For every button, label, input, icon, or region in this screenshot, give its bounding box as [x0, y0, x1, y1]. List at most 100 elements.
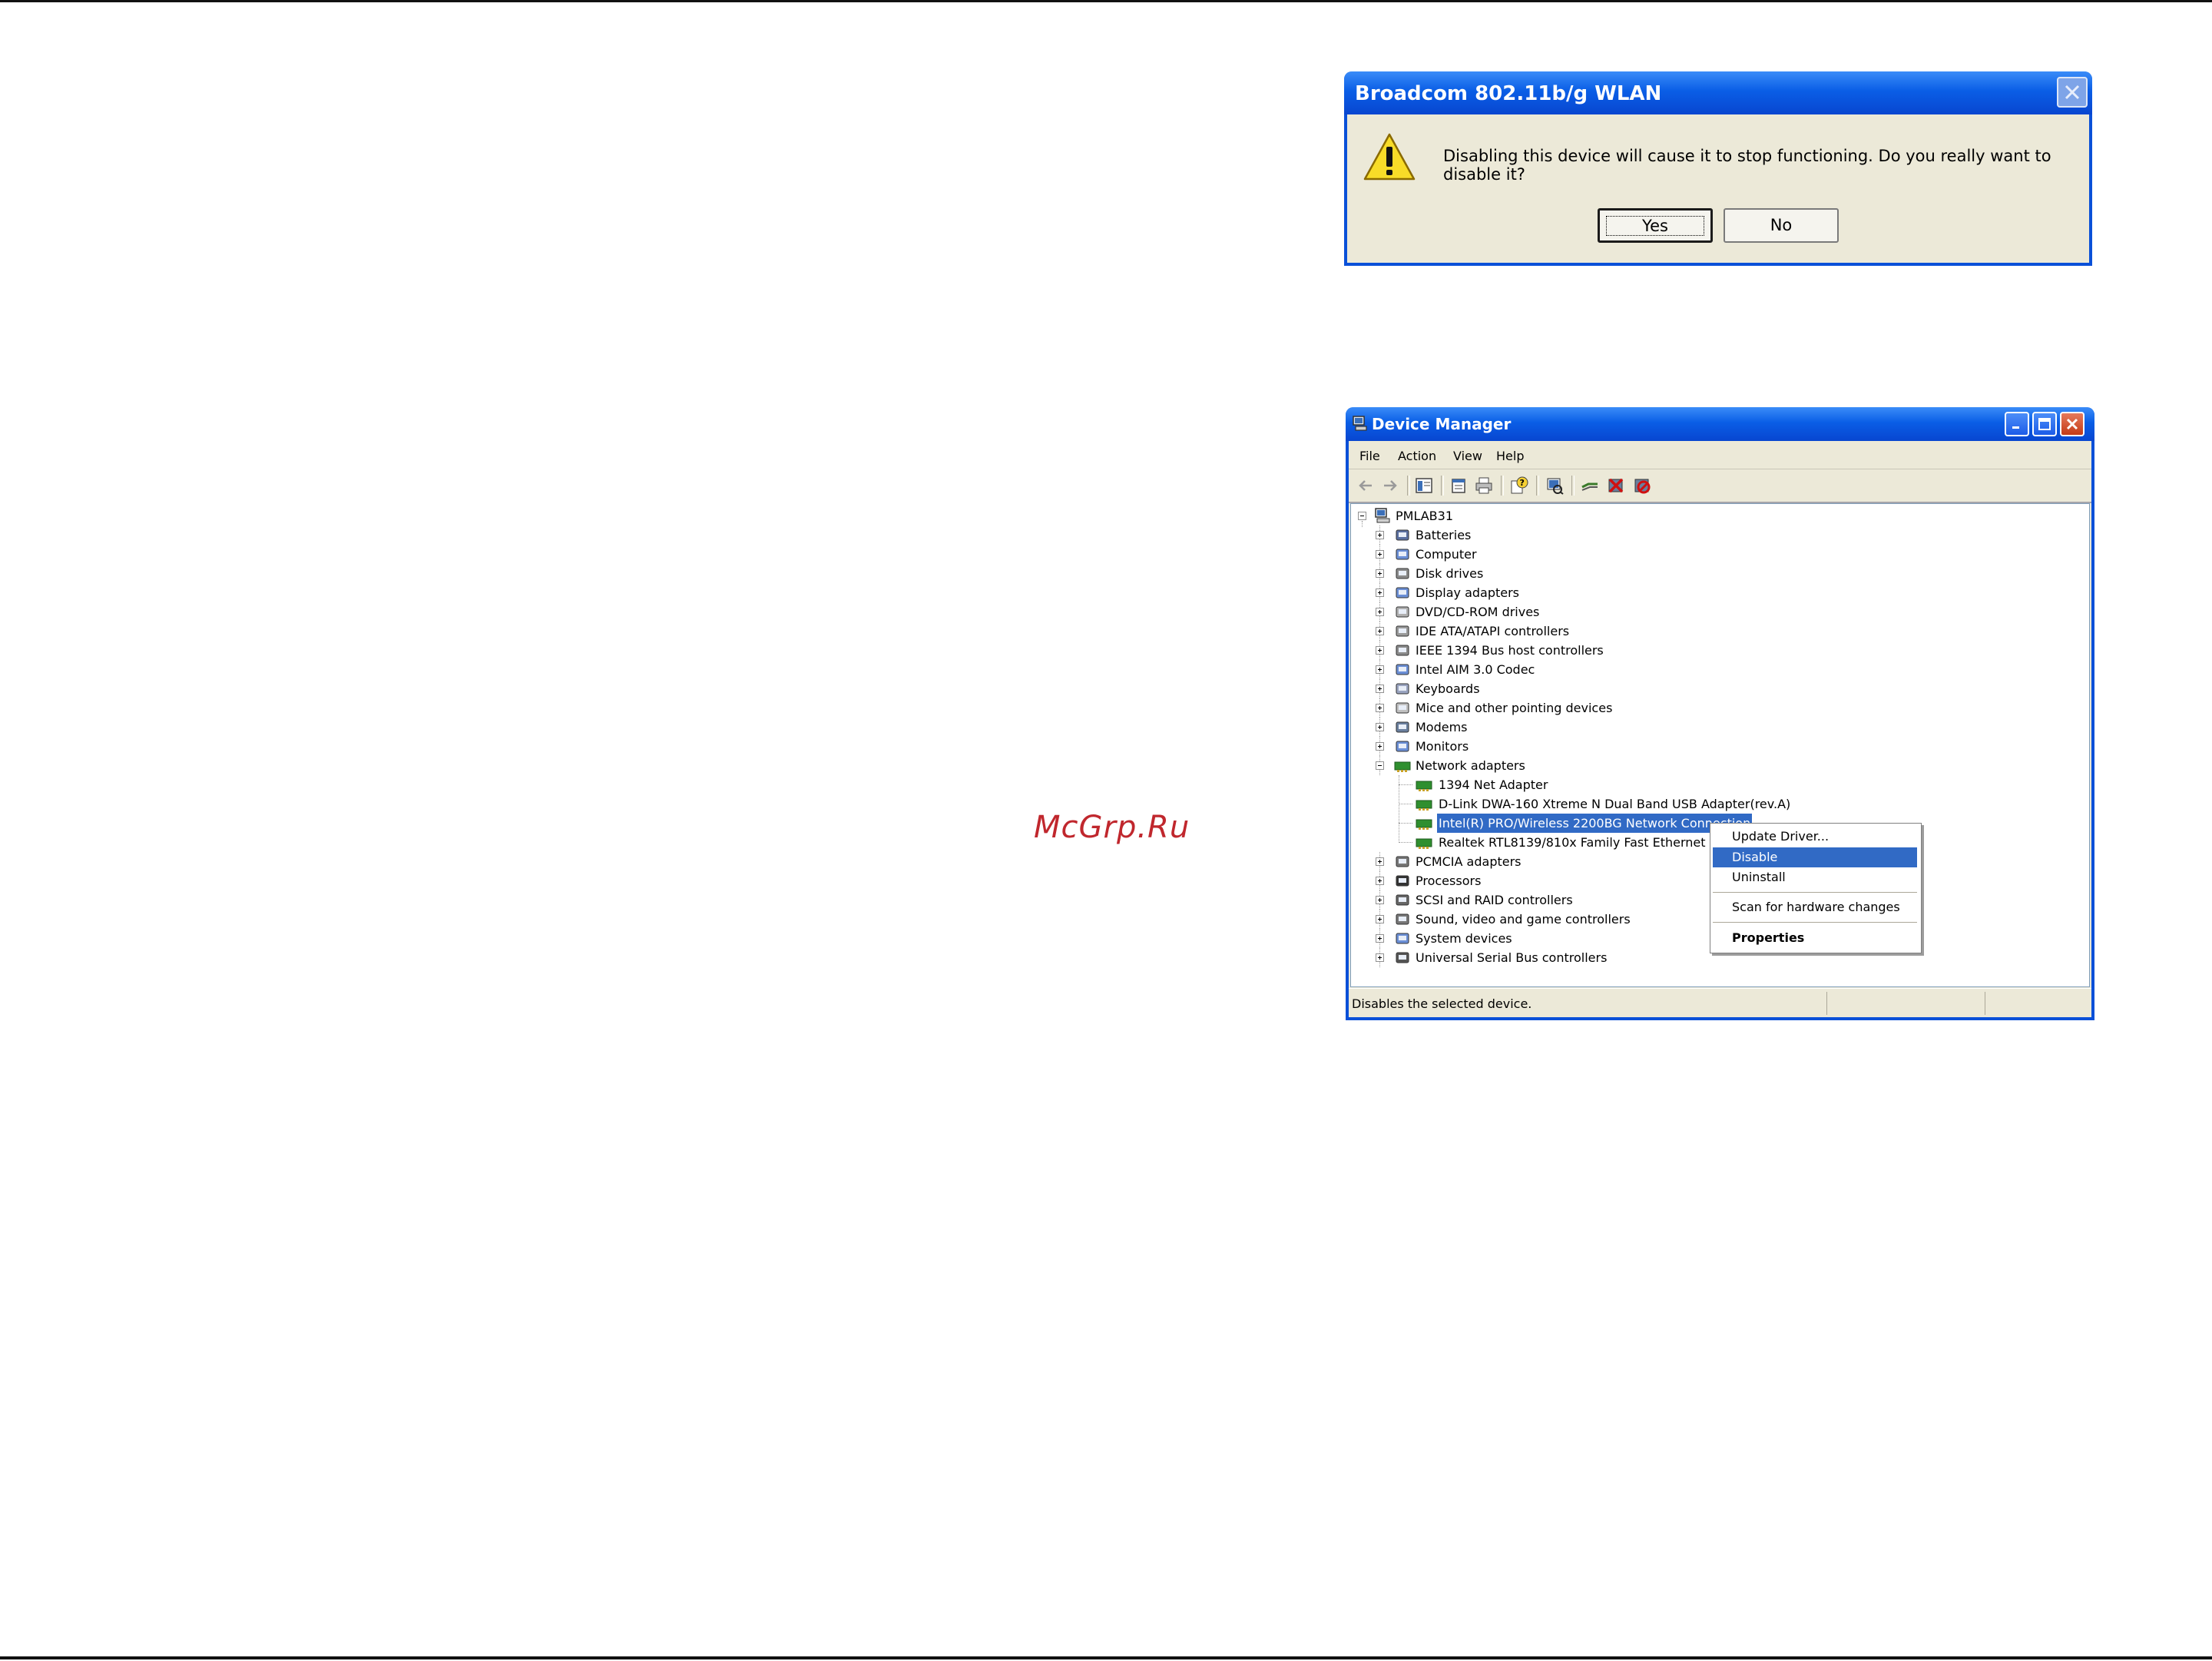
scan-hardware-icon[interactable] [1545, 476, 1564, 495]
tree-item-d-link-dwa-160-xtreme-n-dual-band-usb-adapter-rev-a[interactable]: D-Link DWA-160 Xtreme N Dual Band USB Ad… [1437, 794, 1792, 814]
tree-item-disk-drives[interactable]: Disk drives [1416, 564, 1483, 583]
collapse-toggle[interactable] [1376, 761, 1384, 770]
tree-item-modems[interactable]: Modems [1416, 718, 1468, 737]
context-disable[interactable]: Disable [1713, 847, 1917, 867]
toolbar-separator [1536, 476, 1539, 496]
tree-item-universal-serial-bus-controllers[interactable]: Universal Serial Bus controllers [1416, 948, 1607, 967]
expand-toggle[interactable] [1376, 531, 1384, 539]
menu-action[interactable]: Action [1398, 449, 1436, 463]
help-icon[interactable]: ? [1510, 476, 1528, 495]
no-button[interactable]: No [1724, 208, 1839, 243]
tree-item-mice-and-other-pointing-devices[interactable]: Mice and other pointing devices [1416, 698, 1612, 718]
tree-item-network-adapters[interactable]: Network adapters [1416, 756, 1525, 775]
expand-toggle[interactable] [1376, 569, 1384, 578]
expand-toggle[interactable] [1376, 723, 1384, 731]
intel-aim-3-0-codec-icon [1396, 664, 1409, 675]
dialog-close-button[interactable] [2057, 77, 2088, 108]
tree-item-system-devices[interactable]: System devices [1416, 929, 1512, 948]
tree-item-processors[interactable]: Processors [1416, 871, 1481, 890]
universal-serial-bus-controllers-icon [1396, 952, 1409, 963]
expand-toggle[interactable] [1376, 608, 1384, 616]
toolbar-separator [1571, 476, 1575, 496]
show-hide-console-tree-icon[interactable] [1415, 476, 1433, 495]
forward-arrow-icon[interactable] [1381, 476, 1399, 495]
print-icon[interactable] [1475, 476, 1493, 495]
computer-icon [1353, 416, 1367, 431]
tree-line [1399, 784, 1412, 785]
collapse-toggle[interactable] [1358, 512, 1366, 520]
expand-toggle[interactable] [1376, 742, 1384, 751]
tree-item-realtek-rtl8139-810x-family-fast-ethernet-nic[interactable]: Realtek RTL8139/810x Family Fast Etherne… [1437, 833, 1732, 852]
status-bar: Disables the selected device. [1349, 988, 2091, 1018]
close-button[interactable] [2060, 412, 2085, 436]
network-adapter-icon [1416, 819, 1432, 830]
expand-toggle[interactable] [1376, 915, 1384, 923]
mice-and-other-pointing-devices-icon [1396, 702, 1409, 714]
expand-toggle[interactable] [1376, 704, 1384, 712]
expand-toggle[interactable] [1376, 646, 1384, 655]
expand-toggle[interactable] [1376, 896, 1384, 904]
network-adapter-icon [1416, 838, 1432, 849]
tree-item-intel-aim-3-0-codec[interactable]: Intel AIM 3.0 Codec [1416, 660, 1535, 679]
computer-icon [1396, 549, 1409, 560]
disk-drives-icon [1396, 568, 1409, 579]
tree-item-scsi-and-raid-controllers[interactable]: SCSI and RAID controllers [1416, 890, 1573, 910]
tree-item-computer[interactable]: Computer [1416, 545, 1477, 564]
tree-root[interactable]: PMLAB31 [1396, 506, 1453, 525]
maximize-button[interactable] [2032, 412, 2057, 436]
context-uninstall[interactable]: Uninstall [1713, 867, 1917, 887]
tree-item-monitors[interactable]: Monitors [1416, 737, 1469, 756]
properties-icon[interactable] [1450, 476, 1469, 495]
tree-item-sound-video-and-game-controllers[interactable]: Sound, video and game controllers [1416, 910, 1631, 929]
system-devices-icon [1396, 933, 1409, 944]
expand-toggle[interactable] [1376, 588, 1384, 597]
minimize-button[interactable] [2005, 412, 2029, 436]
tree-item-keyboards[interactable]: Keyboards [1416, 679, 1480, 698]
uninstall-device-icon[interactable] [1633, 476, 1651, 495]
ide-ata-atapi-controllers-icon [1396, 625, 1409, 637]
dialog-title: Broadcom 802.11b/g WLAN [1355, 82, 1662, 105]
close-icon [2066, 418, 2078, 430]
expand-toggle[interactable] [1376, 857, 1384, 866]
expand-toggle[interactable] [1376, 953, 1384, 962]
display-adapters-icon [1396, 587, 1409, 598]
window-title-bar: Device Manager [1346, 407, 2094, 441]
svg-text:?: ? [1520, 478, 1525, 488]
window-title: Device Manager [1372, 415, 1512, 433]
expand-toggle[interactable] [1376, 685, 1384, 693]
tree-item-pcmcia-adapters[interactable]: PCMCIA adapters [1416, 852, 1522, 871]
expand-toggle[interactable] [1376, 550, 1384, 559]
tree-item-intel-r-pro-wireless-2200bg-network-connection[interactable]: Intel(R) PRO/Wireless 2200BG Network Con… [1437, 814, 1753, 833]
expand-toggle[interactable] [1376, 934, 1384, 943]
processors-icon [1396, 875, 1409, 887]
tree-item-ide-ata-atapi-controllers[interactable]: IDE ATA/ATAPI controllers [1416, 622, 1569, 641]
expand-toggle[interactable] [1376, 665, 1384, 674]
context-scan-hardware[interactable]: Scan for hardware changes [1713, 897, 1917, 917]
disable-device-icon[interactable] [1607, 476, 1625, 495]
tree-line [1399, 823, 1412, 824]
network-adapter-icon [1416, 781, 1432, 791]
expand-toggle[interactable] [1376, 877, 1384, 885]
yes-button[interactable]: Yes [1598, 208, 1713, 243]
menu-separator [1713, 922, 1917, 923]
expand-toggle[interactable] [1376, 627, 1384, 635]
confirm-dialog: Broadcom 802.11b/g WLAN Disabling this d… [1344, 71, 2092, 266]
modems-icon [1396, 721, 1409, 733]
warning-icon [1363, 133, 1416, 181]
tree-item-display-adapters[interactable]: Display adapters [1416, 583, 1519, 602]
ieee-1394-bus-host-controllers-icon [1396, 645, 1409, 656]
tree-item-batteries[interactable]: Batteries [1416, 525, 1471, 545]
tree-item-ieee-1394-bus-host-controllers[interactable]: IEEE 1394 Bus host controllers [1416, 641, 1604, 660]
menu-view[interactable]: View [1453, 449, 1482, 463]
tree-item-1394-net-adapter[interactable]: 1394 Net Adapter [1437, 775, 1549, 794]
status-panel [1826, 992, 1827, 1015]
context-update-driver[interactable]: Update Driver... [1713, 827, 1917, 847]
context-properties[interactable]: Properties [1713, 928, 1917, 948]
update-driver-icon[interactable] [1581, 476, 1599, 495]
network-adapter-icon [1394, 761, 1411, 772]
menu-file[interactable]: File [1359, 449, 1380, 463]
pcmcia-adapters-icon [1396, 856, 1409, 867]
menu-help[interactable]: Help [1496, 449, 1524, 463]
tree-item-dvd-cd-rom-drives[interactable]: DVD/CD-ROM drives [1416, 602, 1539, 622]
back-arrow-icon[interactable] [1356, 476, 1375, 495]
